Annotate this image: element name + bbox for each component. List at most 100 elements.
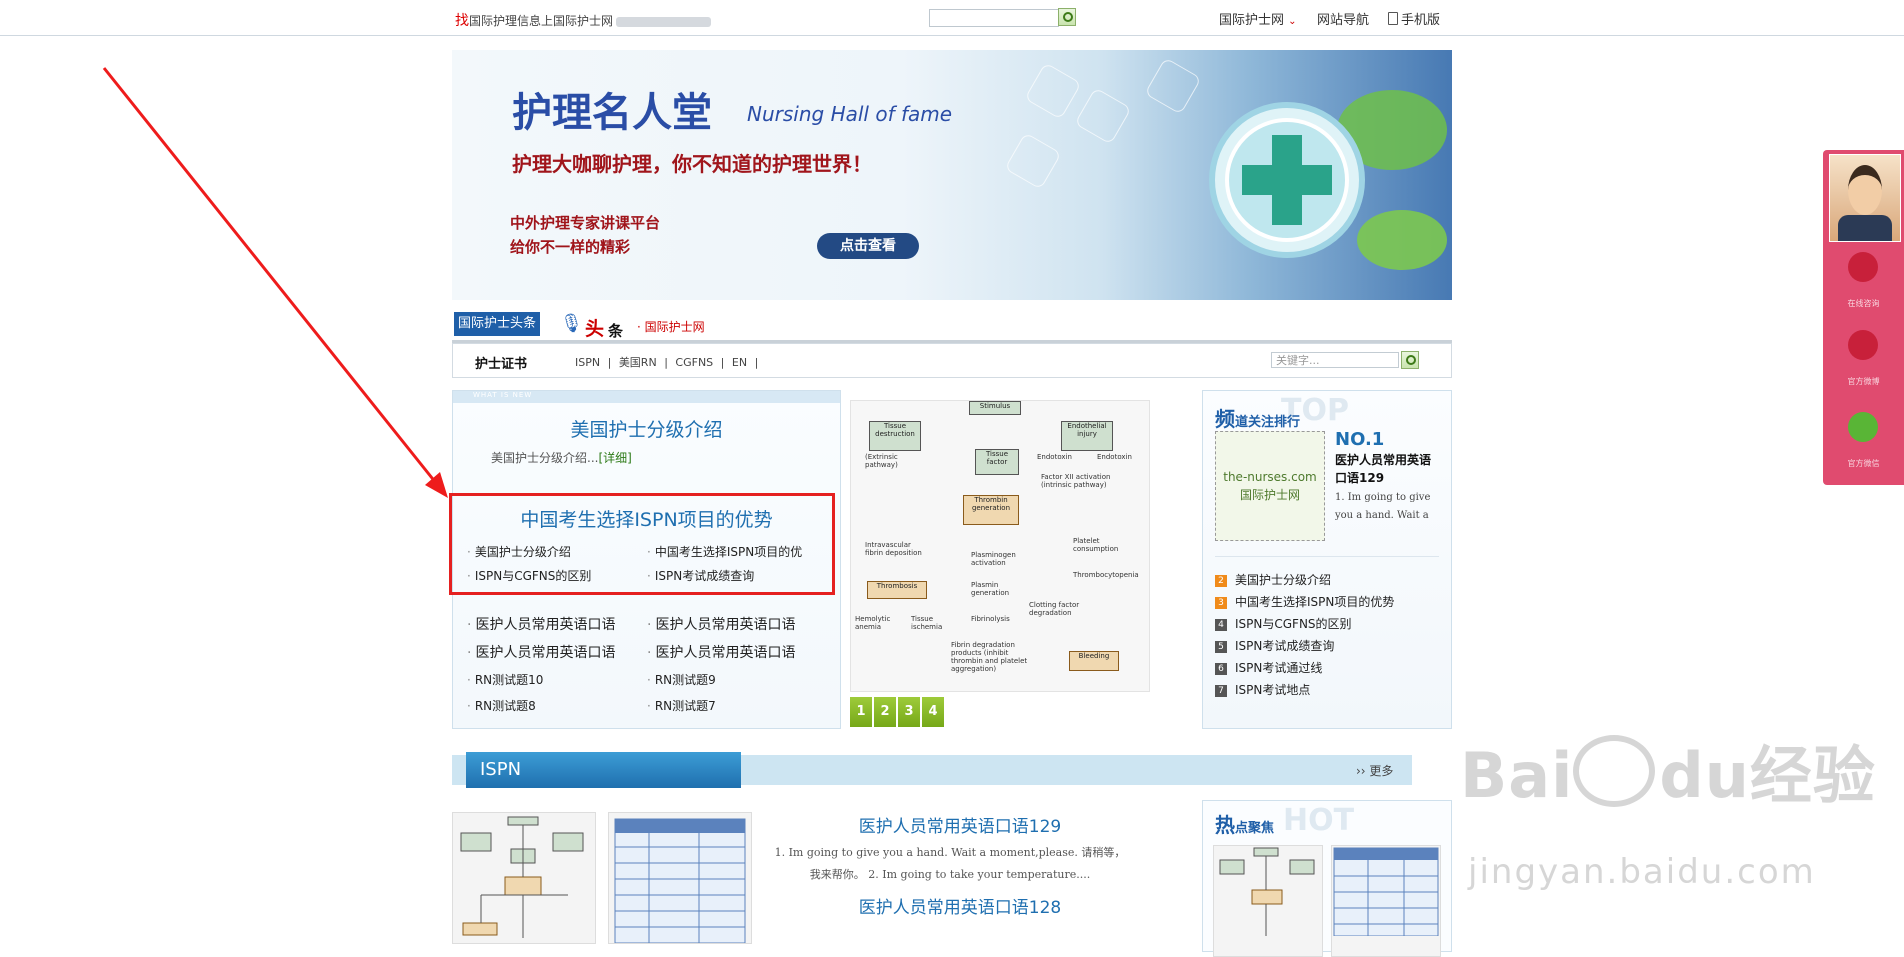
slideshow-image[interactable]: Stimulus Tissue destruction (Extrinsic p… <box>850 400 1150 692</box>
rank-number: 2 <box>1215 575 1227 587</box>
list-item[interactable]: RN测试题7 <box>647 697 716 714</box>
ranking-heading-big: 频 <box>1215 407 1235 431</box>
blurred-url <box>616 16 712 27</box>
subnav-label: 护士证书 <box>475 357 528 372</box>
wechat-icon[interactable] <box>1848 412 1878 442</box>
keyword-search-button[interactable] <box>1401 351 1419 369</box>
banner-line-2: 给你不一样的精彩 <box>510 238 631 256</box>
banner-view-button[interactable]: 点击查看 <box>817 233 919 259</box>
rank-no1-desc: 1. Im going to give you a hand. Wait a <box>1335 492 1431 521</box>
subnav-separator: | <box>720 356 725 369</box>
subnav-link-cgfns[interactable]: CGFNS <box>675 356 713 369</box>
medical-cross-icon <box>1209 90 1447 270</box>
hexagon-decoration <box>1004 132 1062 190</box>
headline-site-link[interactable]: · 国际护士网 <box>637 318 705 335</box>
flow-text: Endotoxin <box>1037 453 1072 461</box>
flow-node: Bleeding <box>1069 651 1119 671</box>
headline-bar: 国际护士头条 🎙 头 条 · 国际护士网 <box>452 310 1452 344</box>
rank-item[interactable]: 4 ISPN与CGFNS的区别 <box>1215 615 1352 632</box>
ranking-thumbnail[interactable]: the-nurses.com 国际护士网 <box>1215 431 1325 541</box>
nav-site-menu[interactable]: 国际护士网 ⌄ <box>1219 9 1297 28</box>
flow-node: Endothelial injury <box>1061 421 1113 451</box>
pager-button-4[interactable]: 4 <box>922 697 944 727</box>
rank-no1-title[interactable]: 医护人员常用英语口语129 <box>1335 451 1435 487</box>
rank-item-label: ISPN考试通过线 <box>1235 661 1323 675</box>
hexagon-decoration <box>1024 62 1082 120</box>
side-label: 官方微博 <box>1847 377 1880 386</box>
rank-item-label: ISPN考试成绩查询 <box>1235 639 1335 653</box>
list-item[interactable]: 医护人员常用英语口语 <box>467 642 615 662</box>
headline-small-char: 条 <box>608 322 624 340</box>
slideshow-pager: 1234 <box>850 697 946 727</box>
list-item[interactable]: 医护人员常用英语口语 <box>467 614 615 634</box>
hexagon-decoration <box>1074 87 1132 145</box>
pager-button-2[interactable]: 2 <box>874 697 896 727</box>
pager-button-3[interactable]: 3 <box>898 697 920 727</box>
avatar[interactable] <box>1829 154 1901 242</box>
paw-icon <box>1573 735 1656 807</box>
nav-site-label: 国际护士网 <box>1219 13 1285 28</box>
headline-big-char: 头 <box>585 318 605 340</box>
watermark-brand: Bai <box>1460 739 1574 812</box>
nav-mobile[interactable]: 手机版 <box>1388 9 1440 28</box>
rank-item[interactable]: 6 ISPN考试通过线 <box>1215 659 1322 676</box>
microphone-icon: 🎙 <box>560 313 583 334</box>
article-thumbnail[interactable] <box>452 812 596 944</box>
flow-node: Stimulus <box>969 401 1021 415</box>
rank-item-label: 美国护士分级介绍 <box>1235 573 1332 587</box>
pager-button-1[interactable]: 1 <box>850 697 872 727</box>
list-item[interactable]: 医护人员常用英语口语 <box>647 642 795 662</box>
site-tagline: 找国际护理信息上国际护士网 <box>455 10 712 30</box>
rank-item-label: ISPN与CGFNS的区别 <box>1235 617 1352 631</box>
flow-text: Hemolytic anemia <box>855 615 891 631</box>
flow-text: Factor XII activation (intrinsic pathway… <box>1041 473 1111 489</box>
hot-heading-small: 点聚焦 <box>1235 821 1275 836</box>
rank-number: 5 <box>1215 641 1227 653</box>
list-item[interactable]: RN测试题9 <box>647 671 716 688</box>
article-title-2[interactable]: 医护人员常用英语口语128 <box>760 893 1160 918</box>
banner-line-1: 中外护理专家讲课平台 <box>510 214 661 232</box>
list-item[interactable]: 医护人员常用英语口语 <box>647 614 795 634</box>
rank-item-label: 中国考生选择ISPN项目的优势 <box>1235 595 1395 609</box>
rank-item[interactable]: 7 ISPN考试地点 <box>1215 681 1310 698</box>
subnav-link-ispn[interactable]: ISPN <box>575 356 600 369</box>
ispn-more-link[interactable]: ›› 更多 <box>1356 762 1393 779</box>
rank-number: 4 <box>1215 619 1227 631</box>
feature-title-1[interactable]: 美国护士分级介绍 <box>453 415 840 442</box>
rank-number: 6 <box>1215 663 1227 675</box>
hot-thumbnail[interactable] <box>1213 845 1323 957</box>
rank-item[interactable]: 3 中国考生选择ISPN项目的优势 <box>1215 593 1394 610</box>
hall-of-fame-banner[interactable]: 护理名人堂 Nursing Hall of fame 护理大咖聊护理，你不知道的… <box>452 50 1452 300</box>
subnav-separator: | <box>607 356 612 369</box>
weibo-icon[interactable] <box>1848 330 1878 360</box>
rank-item[interactable]: 2 美国护士分级介绍 <box>1215 571 1331 588</box>
article-thumbnail[interactable] <box>608 812 752 944</box>
ispn-section-tab[interactable]: ISPN <box>466 752 741 788</box>
banner-title: 护理名人堂 <box>512 89 712 136</box>
feature-caption: WHAT IS NEW <box>473 391 533 399</box>
top-bar: 找国际护理信息上国际护士网 国际护士网 ⌄ 网站导航 手机版 <box>0 0 1904 36</box>
article-title-1[interactable]: 医护人员常用英语口语129 <box>760 812 1160 837</box>
keyword-search-input[interactable]: 关键字... <box>1271 352 1399 368</box>
list-item[interactable]: RN测试题10 <box>467 671 544 688</box>
hot-thumbnail[interactable] <box>1331 845 1441 957</box>
feature-desc: 美国护士分级介绍...[详细] <box>491 449 632 466</box>
flow-node: Tissue destruction <box>869 421 921 451</box>
flow-text: Plasminogen activation <box>971 551 1016 567</box>
flow-text: Clotting factor degradation <box>1029 601 1080 617</box>
top-search-input[interactable] <box>929 9 1059 27</box>
qq-icon[interactable] <box>1848 252 1878 282</box>
subnav-link-rn[interactable]: 美国RN <box>619 356 657 369</box>
subnav-link-en[interactable]: EN <box>732 356 747 369</box>
top-search-button[interactable] <box>1058 8 1076 26</box>
flow-text: Platelet consumption <box>1073 537 1119 553</box>
flow-text: Thrombocytopenia <box>1073 571 1139 579</box>
side-label: 在线咨询 <box>1847 299 1880 308</box>
feature-detail-link[interactable]: [详细] <box>598 451 631 465</box>
nav-site-guide[interactable]: 网站导航 <box>1317 9 1369 28</box>
list-item[interactable]: RN测试题8 <box>467 697 536 714</box>
rank-item[interactable]: 5 ISPN考试成绩查询 <box>1215 637 1334 654</box>
ranking-heading-small: 道关注排行 <box>1235 415 1301 430</box>
headline-tag[interactable]: 国际护士头条 <box>454 312 541 336</box>
baidu-watermark: Bai du经验 <box>1460 725 1876 815</box>
